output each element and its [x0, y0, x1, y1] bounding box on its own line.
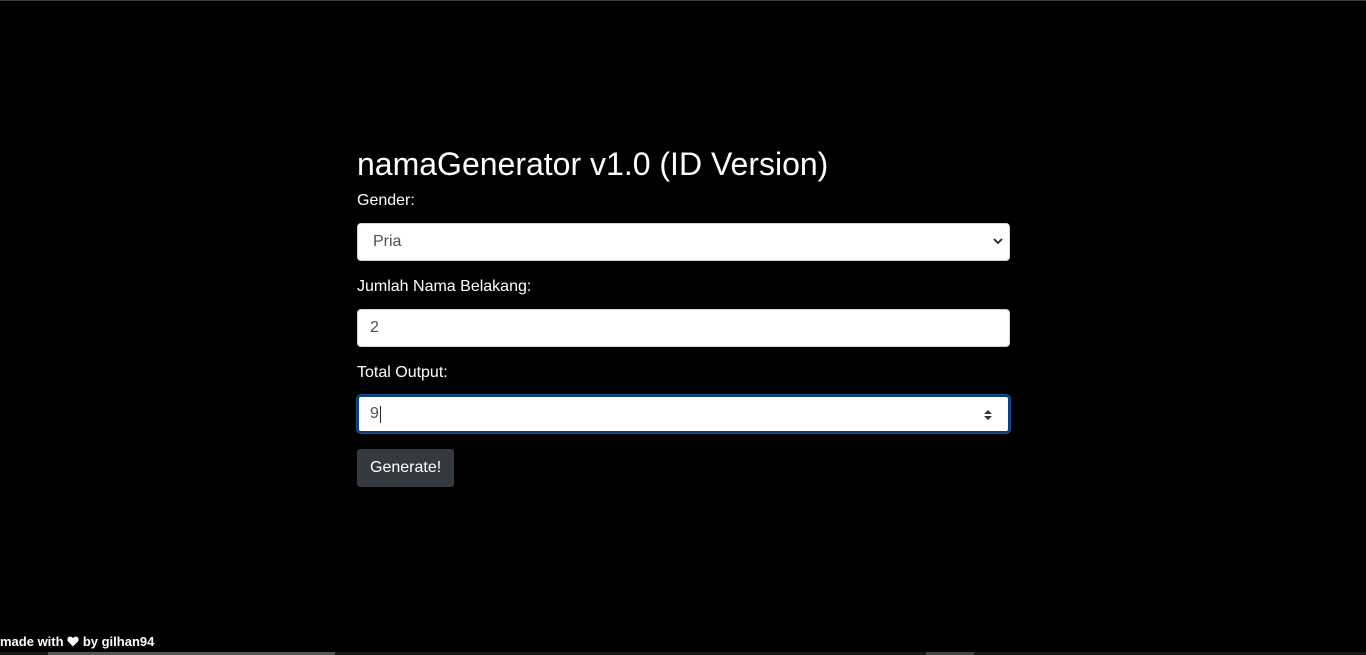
total-output-label: Total Output: — [357, 364, 448, 381]
footer-suffix: by gilhan94 — [82, 634, 155, 649]
surname-count-input[interactable]: 2 — [357, 309, 1010, 347]
chevron-down-icon — [993, 238, 1003, 245]
gender-select[interactable]: Pria — [357, 223, 1010, 261]
surname-count-group: Jumlah Nama Belakang: 2 — [357, 277, 1010, 347]
total-output-value: 9 — [370, 405, 379, 422]
number-stepper-icon[interactable] — [982, 407, 994, 423]
surname-count-value: 2 — [370, 319, 379, 336]
generate-button[interactable]: Generate! — [357, 449, 455, 487]
footer-credit: made with by gilhan94 — [0, 634, 154, 650]
total-output-input[interactable]: 9 — [357, 395, 1010, 433]
page-title: namaGenerator v1.0 (ID Version) — [357, 146, 829, 182]
heart-icon — [67, 636, 79, 647]
gender-selected-value: Pria — [373, 233, 402, 250]
text-caret — [379, 405, 381, 423]
gender-group: Gender: Pria — [357, 191, 1010, 261]
generator-form: namaGenerator v1.0 (ID Version) Gender: … — [357, 145, 1010, 487]
page: namaGenerator v1.0 (ID Version) Gender: … — [0, 0, 1366, 655]
footer-prefix: made with — [0, 634, 64, 649]
gender-label: Gender: — [357, 192, 415, 209]
surname-count-label: Jumlah Nama Belakang: — [357, 278, 532, 295]
total-output-group: Total Output: 9 — [357, 363, 1010, 433]
